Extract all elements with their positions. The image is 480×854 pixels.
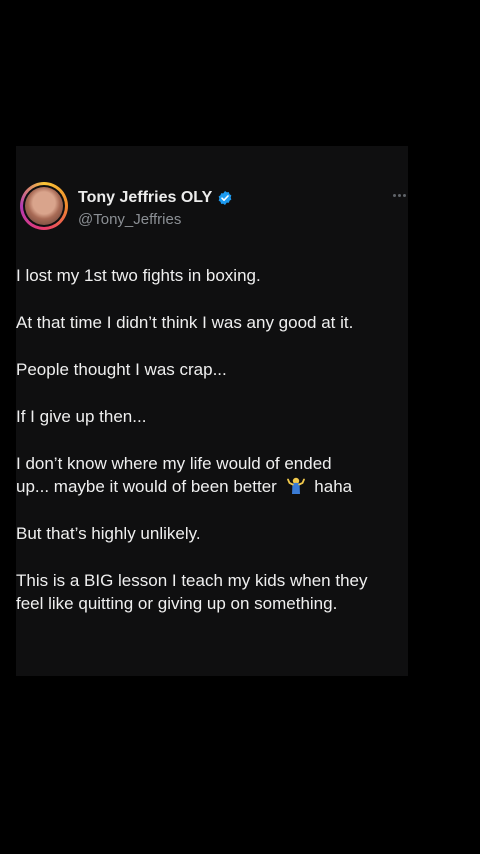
user-handle[interactable]: @Tony_Jeffries (78, 210, 181, 230)
tweet-line: feel like quitting or giving up on somet… (16, 594, 338, 613)
tweet-line: I lost my 1st two fights in boxing. (16, 266, 261, 285)
tweet-line: People thought I was crap... (16, 360, 227, 379)
tweet-line: up... maybe it would of been better (16, 477, 277, 496)
tweet-line: haha (314, 477, 353, 496)
author-name-row: Tony Jeffries OLY (78, 188, 233, 208)
tweet-paragraph: At that time I didn’t think I was any go… (16, 311, 408, 334)
tweet-line: This is a BIG lesson I teach my kids whe… (16, 571, 368, 590)
tweet-text: I lost my 1st two fights in boxing. At t… (16, 264, 408, 639)
tweet-line: If I give up then... (16, 407, 147, 426)
verified-badge-icon (218, 191, 232, 205)
tweet-paragraph: People thought I was crap... (16, 358, 408, 381)
person-shrugging-emoji-icon (286, 477, 305, 494)
tweet-line: I don’t know where my life would of ende… (16, 454, 332, 473)
tweet-paragraph: I lost my 1st two fights in boxing. (16, 264, 408, 287)
tweet-paragraph: This is a BIG lesson I teach my kids whe… (16, 569, 408, 615)
ellipsis-icon[interactable] (393, 194, 406, 197)
tweet-line: At that time I didn’t think I was any go… (16, 313, 354, 332)
tweet-paragraph: If I give up then... (16, 405, 408, 428)
tweet-paragraph: I don’t know where my life would of ende… (16, 452, 408, 498)
tweet-paragraph: But that’s highly unlikely. (16, 522, 408, 545)
avatar-ring (23, 185, 65, 227)
tweet-line: But that’s highly unlikely. (16, 524, 201, 543)
tweet-card: Tony Jeffries OLY @Tony_Jeffries I lost … (16, 146, 408, 676)
profile-photo-icon (25, 187, 63, 225)
avatar[interactable] (20, 182, 68, 230)
display-name[interactable]: Tony Jeffries OLY (78, 188, 212, 208)
